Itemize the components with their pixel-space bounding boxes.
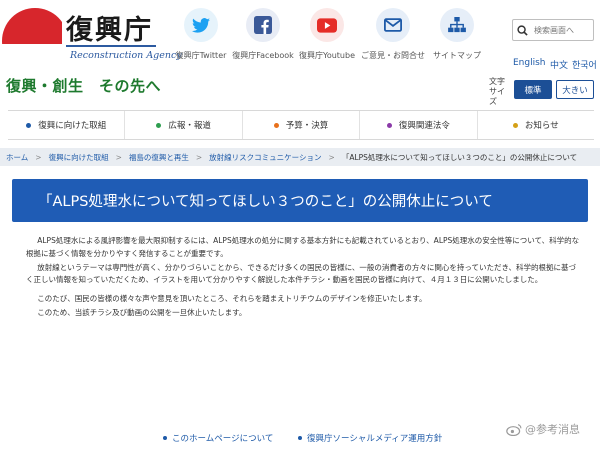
nav-item-laws[interactable]: 復興関連法令 [360, 111, 478, 139]
contact-label: ご意見・お問合せ [361, 51, 425, 60]
breadcrumb-current: 「ALPS処理水について知ってほしい３つのこと」の公開休止について [341, 152, 578, 162]
lang-english[interactable]: English [513, 58, 546, 68]
paragraph: 放射線というテーマは専門性が高く、分かりづらいことから、できるだけ多くの国民の皆… [26, 262, 576, 285]
logo-divider [66, 45, 156, 47]
search-icon [517, 24, 528, 36]
sun-logo-icon [0, 8, 62, 44]
mail-icon [376, 8, 410, 42]
search-box[interactable] [512, 19, 594, 41]
nav-bullet-icon [512, 122, 518, 128]
breadcrumb: ホーム > 復興に向けた取組 > 福島の復興と再生 > 放射線リスクコミュニケー… [0, 148, 600, 166]
sitemap-label: サイトマップ [433, 51, 481, 60]
article-body: ALPS処理水による風評影響を最大限抑制するには、ALPS処理水の処分に関する基… [26, 235, 582, 321]
footer-link-label: このホームページについて [172, 434, 274, 444]
twitter-icon [184, 8, 218, 42]
bullet-icon [163, 436, 167, 440]
search-input[interactable] [534, 25, 592, 35]
facebook-link[interactable]: 復興庁Facebook [227, 8, 299, 61]
font-size-large-button[interactable]: 大きい [556, 80, 594, 99]
nav-item-news[interactable]: お知らせ [478, 111, 594, 139]
nav-bullet-icon [386, 122, 392, 128]
nav-bullet-icon [26, 122, 32, 128]
breadcrumb-separator-icon: > [328, 152, 335, 162]
font-size-standard-button[interactable]: 標準 [514, 80, 552, 99]
nav-bullet-icon [156, 122, 162, 128]
page-title: 「ALPS処理水について知ってほしい３つのこと」の公開休止について [38, 194, 493, 210]
global-nav: 復興に向けた取組 広報・報道 予算・決算 復興関連法令 お知らせ [8, 110, 594, 140]
youtube-link[interactable]: 復興庁Youtube [291, 8, 363, 61]
slogan: 復興・創生 その先へ [6, 77, 162, 95]
breadcrumb-radiation[interactable]: 放射線リスクコミュニケーション [209, 152, 321, 163]
nav-item-reconstruction[interactable]: 復興に向けた取組 [8, 111, 126, 139]
page-title-banner: 「ALPS処理水について知ってほしい３つのこと」の公開休止について [12, 179, 588, 222]
paragraph: このため、当該チラシ及び動画の公開を一旦休止いたします。 [37, 307, 247, 317]
breadcrumb-reconstruction[interactable]: 復興に向けた取組 [49, 152, 109, 163]
breadcrumb-fukushima[interactable]: 福島の復興と再生 [129, 152, 189, 163]
contact-link[interactable]: ご意見・お問合せ [357, 8, 429, 61]
site-header: 復興庁 Reconstruction Agency 復興・創生 その先へ 復興庁… [0, 0, 600, 110]
nav-label: お知らせ [524, 121, 559, 131]
nav-label: 復興に向けた取組 [38, 121, 107, 131]
watermark: @参考消息 [506, 421, 580, 437]
breadcrumb-home[interactable]: ホーム [6, 152, 28, 163]
bullet-icon [298, 436, 302, 440]
nav-bullet-icon [273, 122, 279, 128]
youtube-label: 復興庁Youtube [299, 51, 355, 60]
sitemap-icon [440, 8, 474, 42]
weibo-icon [506, 423, 522, 436]
breadcrumb-separator-icon: > [35, 152, 42, 162]
lang-korean[interactable]: 한국어 [572, 58, 597, 71]
nav-item-pr[interactable]: 広報・報道 [125, 111, 243, 139]
logo-title: 復興庁 [66, 15, 153, 46]
breadcrumb-separator-icon: > [195, 152, 203, 162]
font-size-label: 文字サイズ [489, 77, 505, 106]
footer-link-social-policy[interactable]: 復興庁ソーシャルメディア運用方針 [298, 432, 442, 444]
nav-label: 復興関連法令 [398, 121, 450, 131]
breadcrumb-separator-icon: > [115, 152, 122, 162]
nav-label: 予算・決算 [285, 121, 329, 131]
facebook-label: 復興庁Facebook [232, 51, 294, 60]
nav-label: 広報・報道 [168, 121, 211, 131]
nav-item-budget[interactable]: 予算・決算 [243, 111, 361, 139]
paragraph: このたび、国民の皆様の様々な声や意見を頂いたところ、それらを踏まえトリチウムのデ… [37, 293, 427, 303]
sitemap-link[interactable]: サイトマップ [421, 8, 493, 61]
footer-link-about[interactable]: このホームページについて [163, 432, 273, 444]
lang-chinese[interactable]: 中文 [550, 58, 568, 71]
youtube-icon [310, 8, 344, 42]
footer-link-label: 復興庁ソーシャルメディア運用方針 [307, 434, 443, 444]
facebook-icon [246, 8, 280, 42]
watermark-text: @参考消息 [525, 423, 580, 436]
paragraph: ALPS処理水による風評影響を最大限抑制するには、ALPS処理水の処分に関する基… [26, 236, 580, 258]
